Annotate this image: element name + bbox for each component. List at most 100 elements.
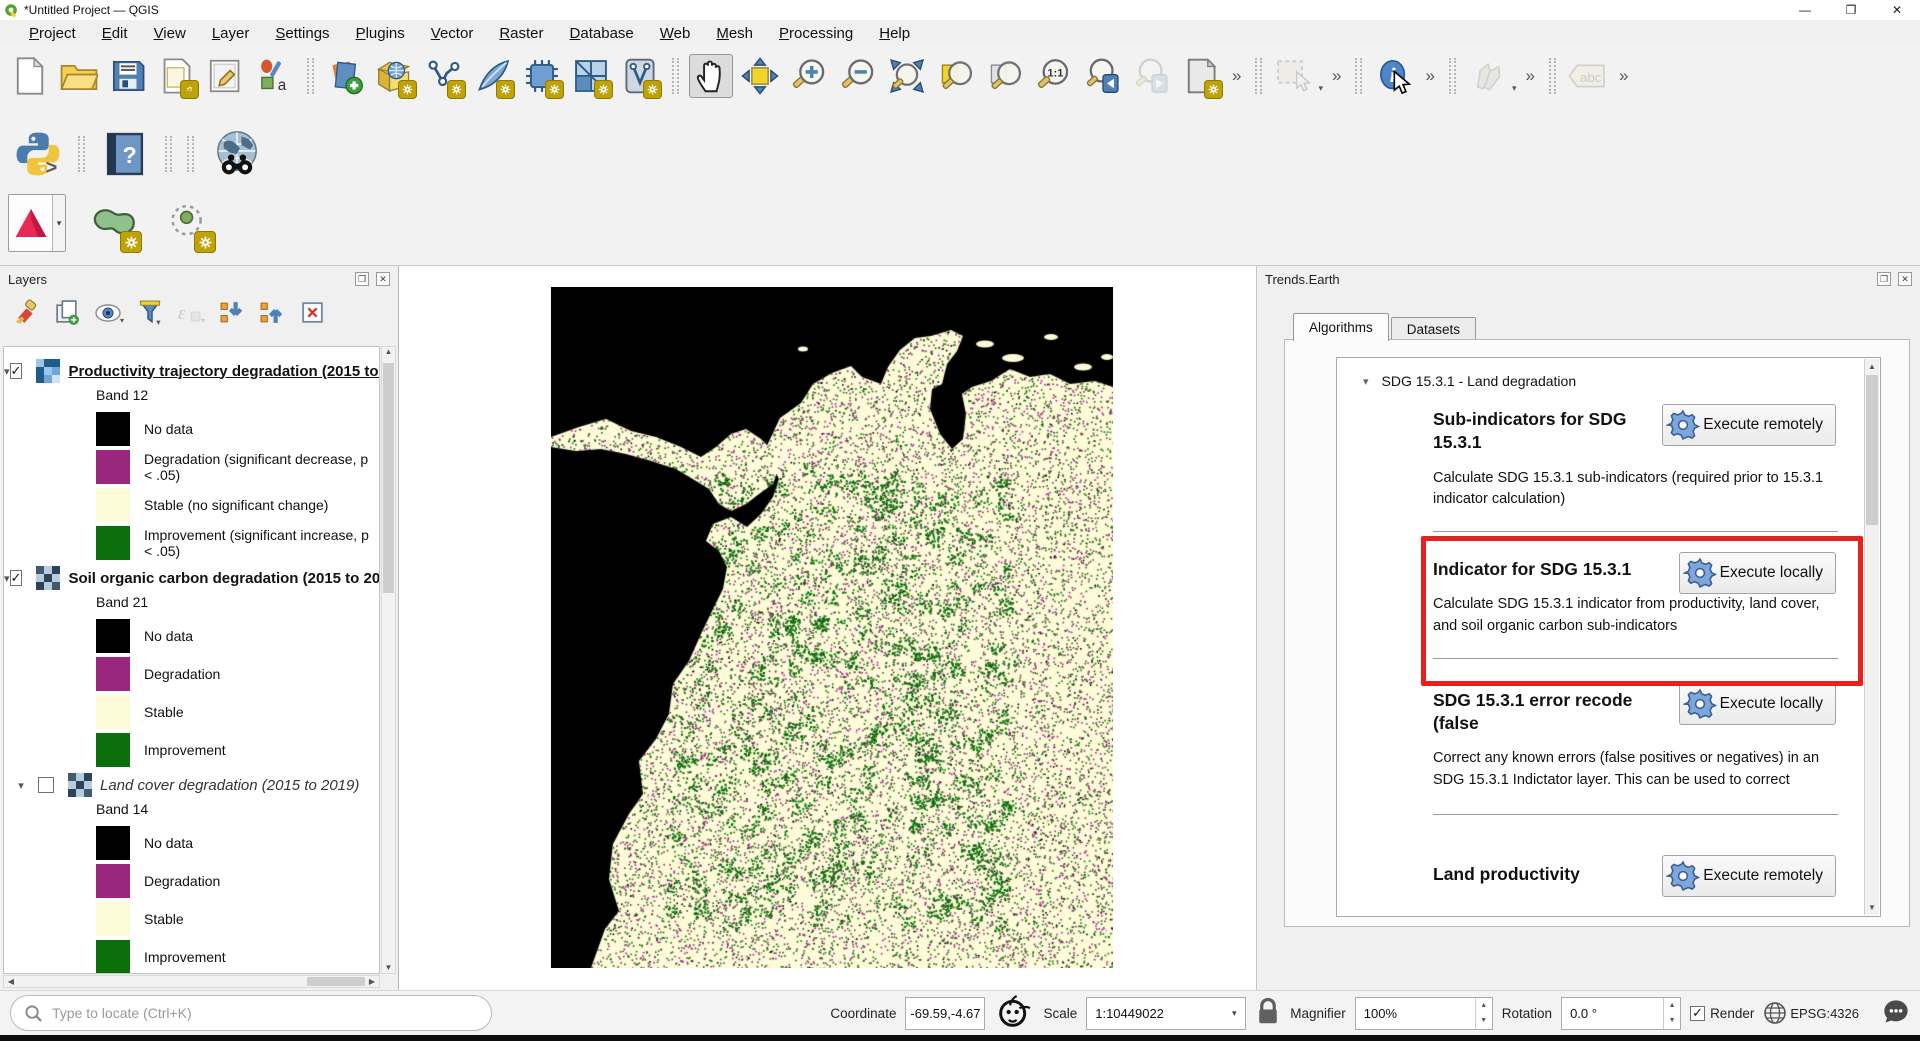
messages-icon[interactable]	[1882, 998, 1910, 1029]
render-checkbox[interactable]: ✓ Render	[1690, 1006, 1754, 1021]
minimize-button[interactable]: —	[1782, 0, 1828, 20]
close-button[interactable]: ✕	[1874, 0, 1920, 20]
toolbar-grip[interactable]	[1355, 58, 1362, 94]
algorithms-scrollbar[interactable]: ▲ ▼	[1864, 359, 1879, 915]
manage-map-themes-button[interactable]: ▾	[94, 301, 124, 330]
execute-locally-button[interactable]: Execute locally	[1679, 683, 1836, 725]
tab-datasets[interactable]: Datasets	[1391, 317, 1476, 341]
menu-processing[interactable]: Processing	[766, 25, 866, 42]
crs-label[interactable]: EPSG:4326	[1790, 1006, 1859, 1021]
style-manager-button[interactable]: a	[253, 54, 297, 98]
restore-button[interactable]: ❐	[1828, 0, 1874, 20]
layers-horizontal-scrollbar[interactable]: ◀ ▶	[3, 975, 380, 988]
layer-checkbox[interactable]: ✓	[10, 363, 23, 379]
new-map-view-button[interactable]	[1179, 54, 1223, 98]
save-project-button[interactable]	[106, 54, 150, 98]
trends-panel-float-icon[interactable]: ❐	[1877, 272, 1891, 286]
trends-earth-main-button[interactable]: ▾	[8, 194, 66, 252]
select-features-button[interactable]	[1272, 54, 1316, 98]
layer-name[interactable]: Productivity trajectory degradation (201…	[68, 363, 380, 380]
trends-panel-close-icon[interactable]: ✕	[1898, 272, 1912, 286]
toolbar-overflow-button[interactable]: »	[1332, 66, 1341, 86]
add-raster-layer-button[interactable]	[373, 54, 417, 98]
layers-panel-float-icon[interactable]: ❐	[355, 272, 369, 286]
open-project-button[interactable]	[57, 54, 101, 98]
toolbar-grip[interactable]	[672, 58, 679, 94]
pan-map-button[interactable]	[689, 54, 733, 98]
zoom-native-button[interactable]: 1:1	[1032, 54, 1076, 98]
labels-button[interactable]: abc	[1566, 54, 1610, 98]
scrollbar-thumb[interactable]	[1866, 375, 1878, 525]
toolbar-grip[interactable]	[165, 136, 172, 172]
scrollbar-thumb[interactable]	[383, 363, 394, 593]
add-mesh-layer-button[interactable]	[520, 54, 564, 98]
add-virtual-layer-button[interactable]	[618, 54, 662, 98]
pan-to-selection-button[interactable]	[738, 54, 782, 98]
new-project-button[interactable]	[8, 54, 52, 98]
zoom-next-button[interactable]	[1130, 54, 1174, 98]
algorithm-group-row[interactable]: ▾ SDG 15.3.1 - Land degradation	[1337, 368, 1864, 394]
map-canvas-area[interactable]	[398, 266, 1256, 990]
execute-locally-button[interactable]: Execute locally	[1679, 552, 1836, 594]
trends-earth-plugin-button[interactable]	[204, 124, 270, 184]
toolbar-grip[interactable]	[307, 58, 314, 94]
menu-web[interactable]: Web	[647, 25, 704, 42]
menu-raster[interactable]: Raster	[486, 25, 556, 42]
filter-expression-button[interactable]: ε▾	[176, 300, 206, 331]
execute-remotely-button[interactable]: Execute remotely	[1662, 404, 1836, 446]
zoom-last-button[interactable]	[1081, 54, 1125, 98]
toolbar-overflow-button[interactable]: »	[1232, 66, 1241, 86]
coordinate-value[interactable]: -69.59,-4.67	[905, 997, 985, 1030]
crs-globe-icon[interactable]: EPSG:4326	[1763, 1001, 1859, 1025]
collapse-all-button[interactable]	[259, 299, 286, 331]
lock-scale-icon[interactable]	[1255, 997, 1281, 1030]
toggle-extents-icon[interactable]	[994, 992, 1034, 1035]
locator-search-input[interactable]: Type to locate (Ctrl+K)	[10, 995, 492, 1031]
rotation-spinbox[interactable]: 0.0 ° ▲▼	[1561, 997, 1681, 1030]
python-console-button[interactable]: >	[8, 124, 68, 184]
layer-item[interactable]: ▾ ✓ Productivity trajectory degradation …	[4, 355, 379, 387]
layer-checkbox[interactable]: ✓	[10, 570, 23, 586]
menu-mesh[interactable]: Mesh	[703, 25, 766, 42]
execute-remotely-button[interactable]: Execute remotely	[1662, 855, 1836, 897]
toggle-editing-button[interactable]	[1466, 54, 1510, 98]
identify-features-button[interactable]: i	[1372, 54, 1416, 98]
zoom-out-button[interactable]	[836, 54, 880, 98]
layer-checkbox[interactable]	[38, 777, 54, 793]
trends-earth-dropdown-icon[interactable]: ▾	[52, 195, 65, 251]
layers-vertical-scrollbar[interactable]: ▲ ▼	[381, 346, 396, 974]
feather-tool-button[interactable]	[471, 54, 515, 98]
add-group-button[interactable]	[54, 299, 81, 331]
scale-combobox[interactable]: 1:10449022 ▾	[1086, 997, 1246, 1030]
collapse-arrow-icon[interactable]: ▾	[4, 779, 38, 792]
group-collapse-icon[interactable]: ▾	[1363, 375, 1369, 388]
data-source-manager-button[interactable]	[324, 54, 368, 98]
menu-vector[interactable]: Vector	[418, 25, 487, 42]
buffer-area-tool-button[interactable]	[160, 194, 216, 252]
add-grid-layer-button[interactable]	[569, 54, 613, 98]
editing-dropdown-icon[interactable]: ▾	[1512, 83, 1517, 98]
menu-help[interactable]: Help	[866, 25, 923, 42]
menu-view[interactable]: View	[141, 25, 199, 42]
layer-name[interactable]: Soil organic carbon degradation (2015 to…	[68, 570, 380, 587]
combo-dropdown-icon[interactable]: ▾	[1223, 998, 1245, 1029]
show-layout-manager-button[interactable]	[204, 54, 248, 98]
zoom-to-layer-button[interactable]	[983, 54, 1027, 98]
new-print-layout-button[interactable]	[155, 54, 199, 98]
calculate-indicator-polygon-button[interactable]	[86, 194, 142, 252]
tab-algorithms[interactable]: Algorithms	[1293, 313, 1389, 341]
menu-database[interactable]: Database	[557, 25, 647, 42]
toolbar-grip[interactable]	[1255, 58, 1262, 94]
layer-item[interactable]: ▾ ✓ Soil organic carbon degradation (201…	[4, 562, 379, 594]
map-raster-image[interactable]	[551, 287, 1113, 968]
zoom-in-button[interactable]	[787, 54, 831, 98]
layers-panel-close-icon[interactable]: ✕	[376, 272, 390, 286]
menu-project[interactable]: Project	[16, 25, 89, 42]
toolbar-overflow-button[interactable]: »	[1525, 66, 1534, 86]
expand-all-button[interactable]	[219, 299, 246, 331]
menu-settings[interactable]: Settings	[262, 25, 342, 42]
layer-item[interactable]: ▾ Land cover degradation (2015 to 2019)	[4, 769, 379, 801]
magnifier-spinbox[interactable]: 100% ▲▼	[1355, 997, 1493, 1030]
help-contents-button[interactable]: ?	[95, 124, 155, 184]
open-layer-styling-button[interactable]	[14, 299, 41, 331]
